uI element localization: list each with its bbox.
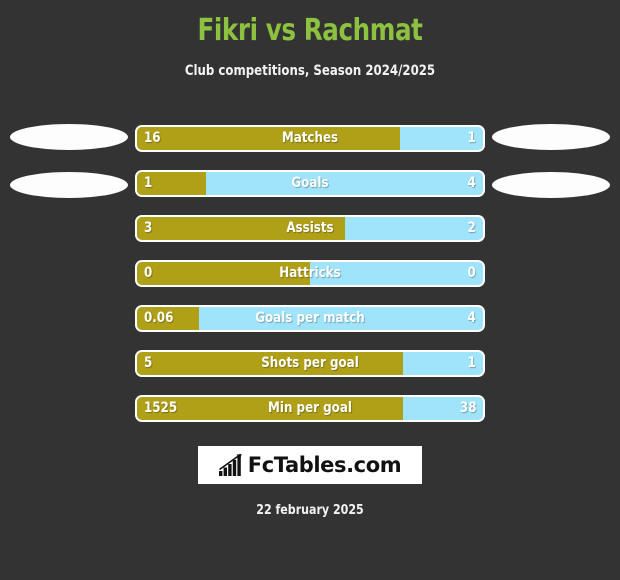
stat-home-value: 1 <box>144 175 153 191</box>
stat-away-value: 4 <box>467 310 476 326</box>
stat-home-value: 5 <box>144 355 153 371</box>
stat-label: Hattricks <box>279 265 341 281</box>
stat-label: Goals per match <box>255 310 365 326</box>
stat-row: 0 Hattricks 0 <box>135 260 485 287</box>
stat-label: Matches <box>281 130 339 146</box>
fctables-logo-text: FcTables.com <box>247 453 402 477</box>
stat-label: Shots per goal <box>261 355 359 371</box>
page-subtitle: Club competitions, Season 2024/2025 <box>184 63 436 79</box>
stat-row: 1 Goals 4 <box>135 170 485 197</box>
stat-row: 5 Shots per goal 1 <box>135 350 485 377</box>
stat-away-value: 4 <box>467 175 476 191</box>
stat-row: 0.06 Goals per match 4 <box>135 305 485 332</box>
footer-date: 22 february 2025 <box>256 503 364 518</box>
stat-row: 3 Assists 2 <box>135 215 485 242</box>
stats-comparison-list: 16 Matches 1 1 Goals 4 3 Assists 2 0 Hat… <box>135 125 485 440</box>
page-title: Fikri vs Rachmat <box>197 13 423 48</box>
stat-label: Assists <box>286 220 334 236</box>
fctables-logo[interactable]: FcTables.com <box>198 446 422 484</box>
stat-label: Goals <box>291 175 329 191</box>
home-player-photo-column <box>10 124 130 220</box>
stat-row: 1525 Min per goal 38 <box>135 395 485 422</box>
away-player-photo-column <box>492 124 612 220</box>
stat-home-value: 16 <box>144 130 161 146</box>
stat-away-value: 0 <box>467 265 476 281</box>
stat-away-value: 2 <box>467 220 476 236</box>
stat-home-value: 0 <box>144 265 153 281</box>
home-player-avatar <box>10 124 128 150</box>
stat-home-value: 3 <box>144 220 153 236</box>
stat-row: 16 Matches 1 <box>135 125 485 152</box>
home-player-club-logo <box>10 172 128 198</box>
stat-away-value: 1 <box>467 355 476 371</box>
stat-away-value: 1 <box>467 130 476 146</box>
away-player-club-logo <box>492 172 610 198</box>
stat-label: Min per goal <box>268 400 352 416</box>
bar-chart-trending-up-icon <box>218 454 242 476</box>
stat-away-value: 38 <box>459 400 476 416</box>
away-player-avatar <box>492 124 610 150</box>
